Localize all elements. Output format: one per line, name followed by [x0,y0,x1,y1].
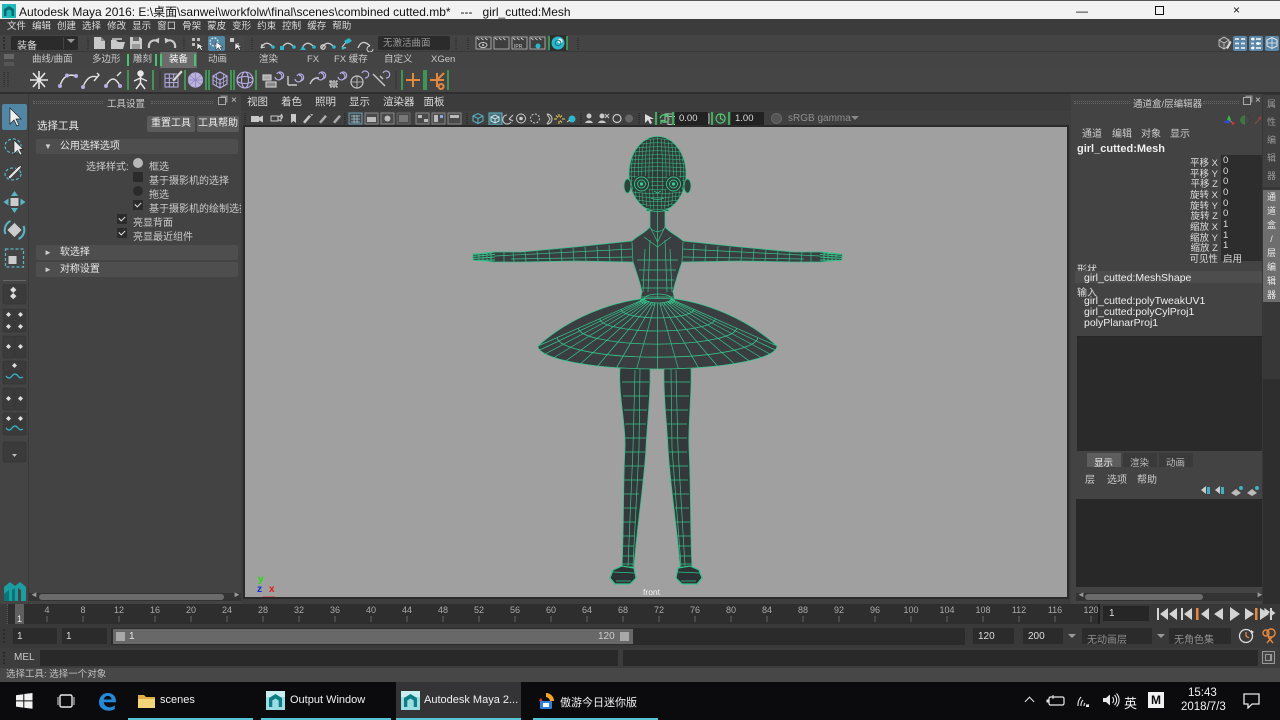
svg-text:IPR: IPR [514,44,523,50]
svg-text:无激活曲面: 无激活曲面 [383,37,431,49]
